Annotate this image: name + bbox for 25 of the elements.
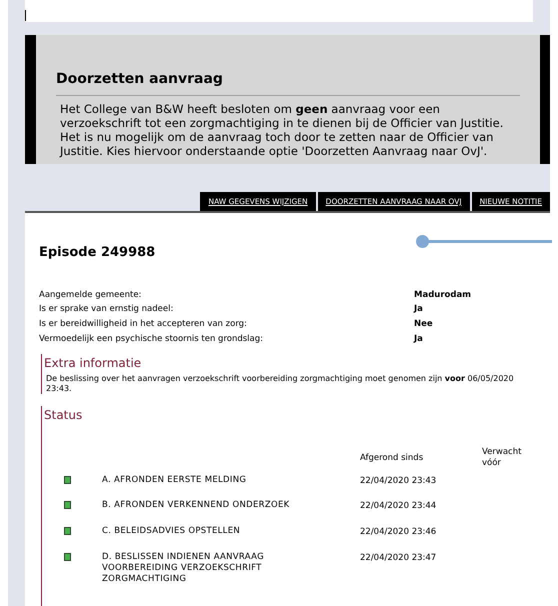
completed-date: 22/04/2020 23:46 bbox=[360, 526, 436, 539]
completed-date: 22/04/2020 23:43 bbox=[360, 474, 436, 488]
field-label: Aangemelde gemeente: bbox=[39, 288, 142, 302]
step-name: D. BESLISSEN INDIENEN AANVRAAG VOORBEREIDING VERZOEKSCHRIFT ZORGMACHTIGING bbox=[102, 552, 265, 585]
episode-title: Episode 249988 bbox=[39, 244, 156, 262]
field-label: Is er sprake van ernstig nadeel: bbox=[39, 303, 174, 316]
field-value: Ja bbox=[414, 332, 423, 346]
step-name: A. AFRONDEN EERSTE MELDING bbox=[102, 474, 248, 486]
step-name: C. BELEIDSADVIES OPSTELLEN bbox=[102, 526, 242, 537]
extra-info-text: De beslissing over het aanvragen verzoekschrift voorbereiding zorgmachtiging moet genomen zijn voor 06/05/2020 23:43. bbox=[46, 374, 515, 394]
step-name: B. AFRONDEN VERKENNEND ONDERZOEK bbox=[102, 500, 291, 512]
section-title: Extra informatie bbox=[44, 354, 142, 372]
notice-title: Doorzetten aanvraag bbox=[56, 69, 520, 96]
field-value: Ja bbox=[414, 303, 423, 316]
completed-date: 22/04/2020 23:47 bbox=[360, 552, 436, 564]
field-value: Madurodam bbox=[414, 288, 472, 302]
notice-text: Het College van B&W heeft besloten om geen aanvraag voor een verzoekschrift tot een zorgmachtiging in te dienen bij de Officier van Justitie. Het is nu mogelijk om de aanvraag toch door te zetten naar de Officier van Justitie. Kies hiervoor onderstaande optie 'Doorzetten Aanvraag naar OvJ'. bbox=[58, 102, 504, 158]
column-header: Afgerond sinds bbox=[360, 452, 424, 464]
field-value: Nee bbox=[414, 318, 433, 331]
completed-date: 22/04/2020 23:44 bbox=[360, 500, 436, 513]
column-header: Verwacht vóór bbox=[482, 446, 522, 468]
field-label: Is er bereidwilligheid in het accepteren van zorg: bbox=[39, 318, 248, 331]
section-title: Status bbox=[44, 406, 84, 424]
field-label: Vermoedelijk een psychische stoornis ten grondslag: bbox=[39, 332, 264, 346]
text-cursor bbox=[25, 10, 26, 21]
